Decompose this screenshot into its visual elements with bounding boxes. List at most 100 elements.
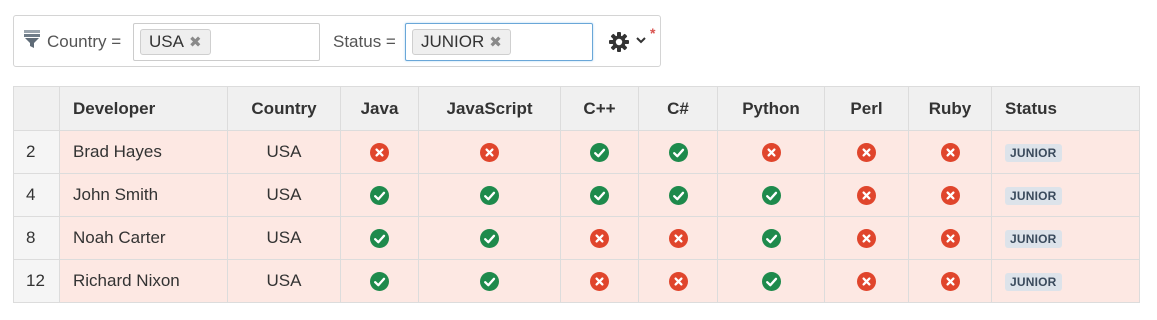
cross-icon: [940, 143, 960, 162]
table-row[interactable]: 8 Noah Carter USA JUNIOR: [13, 216, 1140, 260]
row-id-cell: 12: [13, 259, 60, 303]
skill-cell-perl: [824, 173, 909, 217]
remove-status-filter-icon[interactable]: ✖: [489, 34, 502, 51]
column-header-csharp[interactable]: C#: [638, 86, 718, 131]
check-icon: [668, 143, 688, 162]
column-header-id[interactable]: [13, 86, 60, 131]
table-row[interactable]: 12 Richard Nixon USA JUNIOR: [13, 259, 1140, 303]
modified-marker: *: [650, 25, 656, 41]
check-icon: [590, 186, 609, 205]
cross-icon: [940, 272, 960, 291]
skill-cell-cpp: [560, 130, 639, 174]
column-header-cpp[interactable]: C++: [560, 86, 639, 131]
column-header-developer[interactable]: Developer: [59, 86, 228, 131]
country-value: USA: [266, 271, 302, 290]
check-icon: [761, 272, 781, 291]
chevron-down-icon[interactable]: [635, 35, 647, 45]
developer-cell: Richard Nixon: [59, 259, 228, 303]
status-cell: JUNIOR: [991, 130, 1140, 174]
status-badge: JUNIOR: [1005, 230, 1062, 248]
status-filter-input[interactable]: JUNIOR ✖: [405, 23, 593, 61]
skill-cell-python: [717, 259, 825, 303]
column-header-status[interactable]: Status: [991, 86, 1140, 131]
status-badge: JUNIOR: [1005, 273, 1062, 291]
skill-cell-csharp: [638, 259, 718, 303]
status-badge: JUNIOR: [1005, 187, 1062, 205]
developer-cell: Brad Hayes: [59, 130, 228, 174]
skill-cell-cpp: [560, 216, 639, 260]
skill-cell-python: [717, 130, 825, 174]
row-id-cell: 2: [13, 130, 60, 174]
cross-icon: [590, 229, 609, 248]
skill-cell-cpp: [560, 259, 639, 303]
status-filter-label: Status =: [333, 32, 396, 51]
skill-cell-javascript: [418, 130, 561, 174]
cross-icon: [590, 272, 609, 291]
column-header-javascript[interactable]: JavaScript: [418, 86, 561, 131]
cross-icon: [668, 272, 688, 291]
row-id: 4: [26, 185, 36, 204]
status-filter-chip: JUNIOR ✖: [412, 29, 511, 55]
skill-cell-javascript: [418, 216, 561, 260]
skill-cell-csharp: [638, 173, 718, 217]
cross-icon: [940, 229, 960, 248]
country-filter-input[interactable]: USA ✖: [133, 23, 320, 61]
skill-cell-ruby: [908, 173, 992, 217]
cross-icon: [370, 143, 389, 162]
developer-cell: John Smith: [59, 173, 228, 217]
developer-cell: Noah Carter: [59, 216, 228, 260]
check-icon: [370, 272, 389, 291]
country-value: USA: [266, 142, 302, 161]
status-cell: JUNIOR: [991, 216, 1140, 260]
filter-bar: Country = USA ✖ Status = JUNIOR ✖ *: [13, 15, 661, 67]
cross-icon: [668, 229, 688, 248]
row-id: 12: [26, 271, 45, 290]
status-chip-label: JUNIOR: [421, 32, 485, 51]
country-chip-label: USA: [149, 32, 184, 51]
check-icon: [761, 229, 781, 248]
gear-icon[interactable]: [608, 31, 630, 53]
country-filter-label: Country =: [47, 32, 122, 51]
skill-cell-javascript: [418, 259, 561, 303]
funnel-icon[interactable]: [23, 29, 41, 49]
country-cell: USA: [227, 173, 341, 217]
cross-icon: [857, 272, 876, 291]
skill-cell-ruby: [908, 130, 992, 174]
skill-cell-csharp: [638, 216, 718, 260]
cross-icon: [857, 186, 876, 205]
remove-country-filter-icon[interactable]: ✖: [189, 34, 202, 51]
check-icon: [590, 143, 609, 162]
cross-icon: [761, 143, 781, 162]
skill-cell-perl: [824, 216, 909, 260]
check-icon: [480, 186, 499, 205]
column-header-country[interactable]: Country: [227, 86, 341, 131]
check-icon: [370, 186, 389, 205]
developer-name: Richard Nixon: [73, 271, 180, 290]
column-header-java[interactable]: Java: [340, 86, 419, 131]
developers-table: Developer Country Java JavaScript C++ C#…: [13, 86, 1140, 303]
developer-name: John Smith: [73, 185, 159, 204]
cross-icon: [857, 229, 876, 248]
row-id-cell: 8: [13, 216, 60, 260]
skill-cell-python: [717, 173, 825, 217]
column-header-python[interactable]: Python: [717, 86, 825, 131]
skill-cell-cpp: [560, 173, 639, 217]
table-row[interactable]: 2 Brad Hayes USA JUNIOR: [13, 130, 1140, 174]
table-row[interactable]: 4 John Smith USA JUNIOR: [13, 173, 1140, 217]
check-icon: [480, 229, 499, 248]
column-header-perl[interactable]: Perl: [824, 86, 909, 131]
country-cell: USA: [227, 216, 341, 260]
country-filter-chip: USA ✖: [140, 29, 211, 55]
country-cell: USA: [227, 259, 341, 303]
check-icon: [668, 186, 688, 205]
cross-icon: [480, 143, 499, 162]
skill-cell-perl: [824, 130, 909, 174]
cross-icon: [857, 143, 876, 162]
skill-cell-java: [340, 173, 419, 217]
skill-cell-javascript: [418, 173, 561, 217]
developer-name: Noah Carter: [73, 228, 166, 247]
skill-cell-java: [340, 130, 419, 174]
cross-icon: [940, 186, 960, 205]
column-header-ruby[interactable]: Ruby: [908, 86, 992, 131]
row-id: 8: [26, 228, 36, 247]
